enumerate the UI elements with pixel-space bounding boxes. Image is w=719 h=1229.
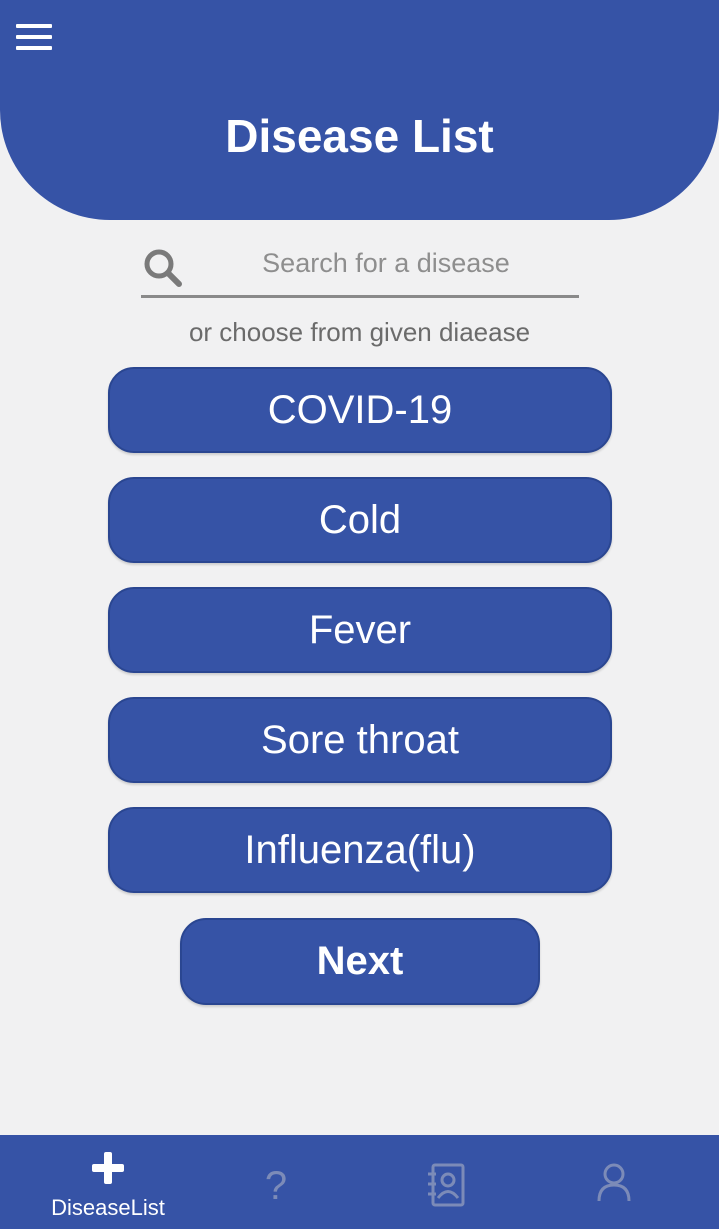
bottom-navigation: DiseaseList ? (0, 1135, 719, 1229)
disease-list: COVID-19 Cold Fever Sore throat Influenz… (108, 367, 612, 917)
hamburger-menu-icon[interactable] (16, 24, 52, 52)
disease-button-cold[interactable]: Cold (108, 477, 612, 563)
nav-item-contacts[interactable] (356, 1135, 536, 1229)
page-title: Disease List (225, 110, 494, 162)
search-bar (141, 236, 579, 298)
contacts-icon (428, 1163, 465, 1207)
nav-item-profile[interactable] (524, 1135, 704, 1229)
nav-label-diseaselist: DiseaseList (51, 1195, 165, 1220)
disease-button-sore-throat[interactable]: Sore throat (108, 697, 612, 783)
disease-button-covid-19[interactable]: COVID-19 (108, 367, 612, 453)
question-icon: ? (264, 1164, 288, 1208)
plus-icon (92, 1152, 124, 1184)
next-button[interactable]: Next (180, 918, 540, 1005)
disease-button-influenza[interactable]: Influenza(flu) (108, 807, 612, 893)
search-input[interactable] (201, 242, 571, 284)
person-icon (597, 1163, 631, 1202)
header-bar: Disease List (0, 0, 719, 220)
choose-hint: or choose from given diaease (188, 317, 531, 347)
search-icon[interactable] (141, 246, 185, 290)
nav-item-diseaselist[interactable]: DiseaseList (18, 1135, 198, 1229)
nav-item-help[interactable]: ? (186, 1135, 366, 1229)
disease-button-fever[interactable]: Fever (108, 587, 612, 673)
